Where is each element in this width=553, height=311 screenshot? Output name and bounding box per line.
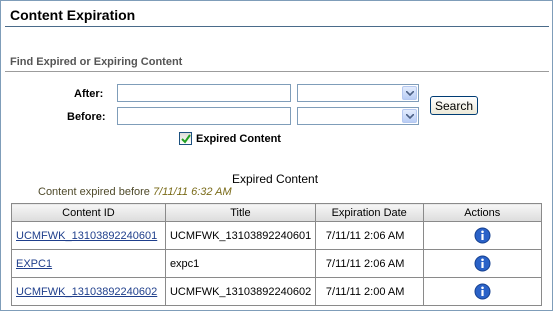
after-label: After: bbox=[74, 88, 104, 100]
table-row: UCMFWK_13103892240601 UCMFWK_13103892240… bbox=[11, 221, 543, 250]
results-caption: Expired Content bbox=[232, 172, 319, 186]
title-cell: UCMFWK_13103892240602 bbox=[164, 277, 316, 306]
actions-cell bbox=[422, 249, 543, 278]
actions-cell bbox=[422, 221, 543, 250]
title-divider bbox=[5, 26, 549, 27]
before-date-input[interactable] bbox=[117, 107, 291, 125]
chevron-down-icon[interactable] bbox=[402, 86, 417, 100]
results-table: Content ID Title Expiration Date Actions… bbox=[11, 203, 543, 306]
expired-note-prefix: Content expired before bbox=[38, 186, 150, 198]
content-id-link[interactable]: EXPC1 bbox=[16, 258, 52, 270]
before-label: Before: bbox=[67, 111, 106, 123]
column-header-title[interactable]: Title bbox=[164, 203, 316, 222]
content-id-link[interactable]: UCMFWK_13103892240602 bbox=[16, 286, 157, 298]
table-row: UCMFWK_13103892240602 UCMFWK_13103892240… bbox=[11, 277, 543, 306]
chevron-down-icon[interactable] bbox=[402, 109, 417, 123]
actions-cell bbox=[422, 277, 543, 306]
column-header-content-id[interactable]: Content ID bbox=[11, 203, 166, 222]
table-row: EXPC1 expc1 7/11/11 2:06 AM bbox=[11, 249, 543, 278]
page-title: Content Expiration bbox=[10, 7, 136, 23]
before-time-select[interactable] bbox=[297, 107, 419, 125]
title-cell: expc1 bbox=[164, 249, 316, 278]
info-icon[interactable] bbox=[474, 255, 491, 272]
expired-content-checkbox-label[interactable]: Expired Content bbox=[196, 133, 281, 145]
title-cell: UCMFWK_13103892240601 bbox=[164, 221, 316, 250]
section-title: Find Expired or Expiring Content bbox=[10, 56, 183, 68]
content-expiration-panel: Content Expiration Find Expired or Expir… bbox=[0, 0, 553, 311]
expiration-date-cell: 7/11/11 2:00 AM bbox=[314, 277, 424, 306]
expired-content-checkbox[interactable] bbox=[179, 132, 192, 145]
expired-note-date: 7/11/11 6:32 AM bbox=[152, 186, 232, 198]
search-button[interactable]: Search bbox=[430, 96, 478, 115]
expiration-date-cell: 7/11/11 2:06 AM bbox=[314, 221, 424, 250]
section-divider bbox=[5, 71, 549, 72]
column-header-expiration-date[interactable]: Expiration Date bbox=[314, 203, 424, 222]
column-header-actions: Actions bbox=[422, 203, 543, 222]
table-header-row: Content ID Title Expiration Date Actions bbox=[11, 203, 543, 222]
content-id-link[interactable]: UCMFWK_13103892240601 bbox=[16, 230, 157, 242]
after-time-select[interactable] bbox=[297, 84, 419, 102]
expired-note: Content expired before 7/11/11 6:32 AM bbox=[38, 186, 232, 198]
info-icon[interactable] bbox=[474, 227, 491, 244]
expiration-date-cell: 7/11/11 2:06 AM bbox=[314, 249, 424, 278]
after-date-input[interactable] bbox=[117, 84, 291, 102]
info-icon[interactable] bbox=[474, 283, 491, 300]
